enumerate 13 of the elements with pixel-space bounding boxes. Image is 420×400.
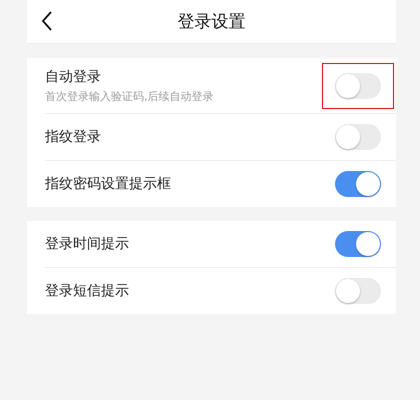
- toggle-switch[interactable]: [335, 231, 381, 257]
- toggle-switch[interactable]: [335, 278, 381, 304]
- back-icon[interactable]: [41, 11, 53, 31]
- setting-label: 登录短信提示: [45, 282, 130, 300]
- page-title: 登录设置: [178, 11, 246, 33]
- toggle-switch[interactable]: [335, 72, 381, 98]
- setting-label: 指纹密码设置提示框: [45, 175, 172, 193]
- setting-label: 自动登录: [45, 68, 102, 86]
- toggle-switch[interactable]: [335, 124, 381, 150]
- setting-description: 首次登录输入验证码,后续自动登录: [45, 88, 214, 104]
- toggle-switch[interactable]: [335, 171, 381, 197]
- setting-label: 指纹登录: [45, 128, 102, 146]
- setting-label: 登录时间提示: [45, 235, 130, 253]
